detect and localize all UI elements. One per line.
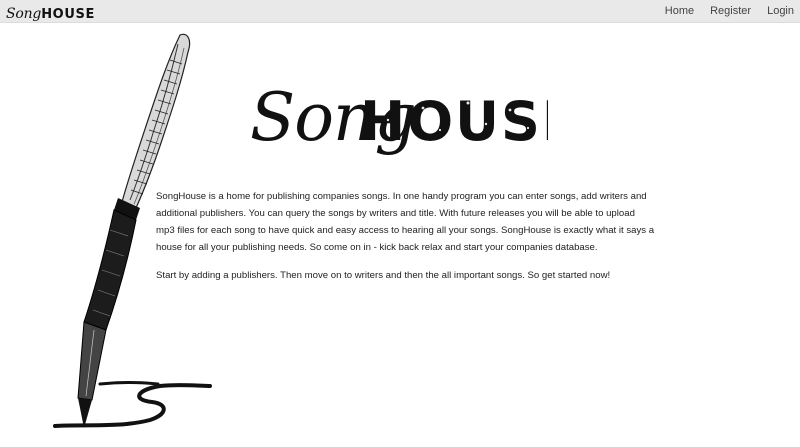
logo-house-text: HOUSE	[360, 90, 548, 153]
top-navbar: Song HOUSE Home Register Login	[0, 0, 800, 23]
intro-content: SongHouse is a home for publishing compa…	[156, 188, 656, 295]
nav-home-link[interactable]: Home	[665, 5, 694, 17]
brand-song-text: Song	[6, 6, 42, 22]
nav-login-link[interactable]: Login	[767, 5, 794, 17]
brand-house-text: HOUSE	[41, 7, 95, 22]
logo-house-group: HOUSE	[360, 90, 548, 153]
songhouse-logo: Song HOUSE	[250, 79, 548, 156]
nav-links: Home Register Login	[665, 0, 794, 22]
cta-paragraph: Start by adding a publishers. Then move …	[156, 270, 611, 281]
brand-logo-link[interactable]: Song HOUSE	[6, 2, 95, 22]
nav-register-link[interactable]: Register	[710, 5, 751, 17]
intro-paragraph: SongHouse is a home for publishing compa…	[156, 191, 655, 253]
